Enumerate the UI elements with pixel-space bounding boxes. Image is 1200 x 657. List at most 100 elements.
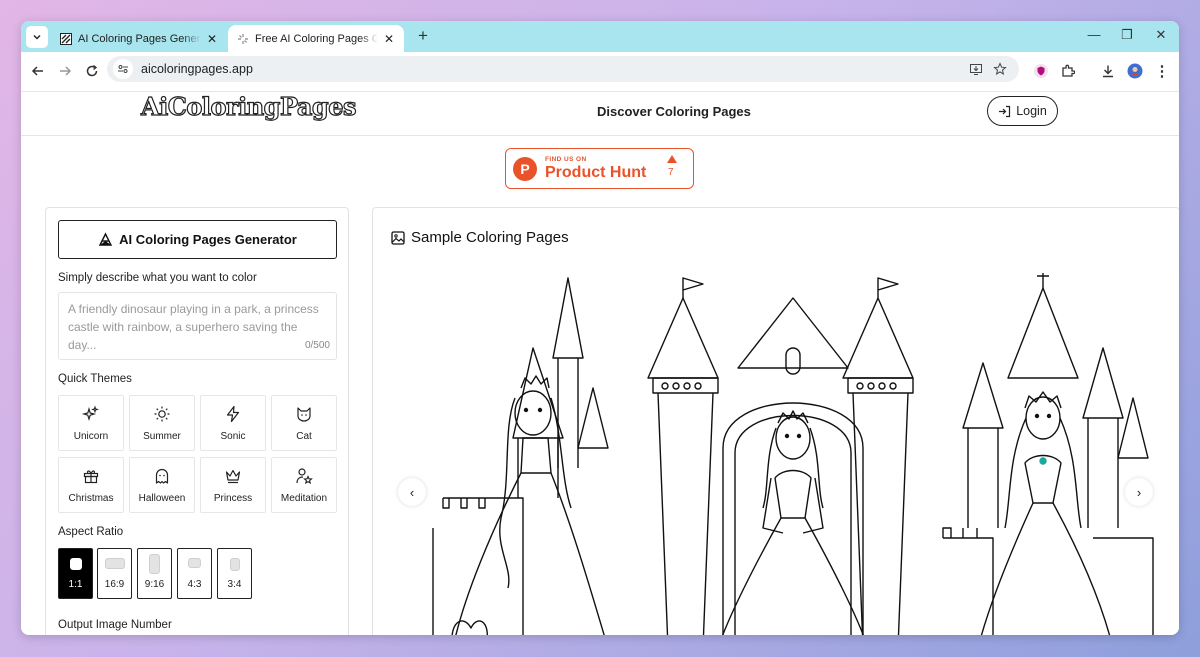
theme-label: Sonic — [220, 430, 246, 442]
site-logo[interactable]: AiColoringPages — [140, 92, 357, 122]
forward-icon[interactable] — [55, 61, 75, 81]
ratio-16-9[interactable]: 16:9 — [97, 548, 132, 599]
theme-christmas[interactable]: Christmas — [58, 457, 124, 513]
brush-icon — [99, 232, 113, 246]
new-tab-button[interactable]: + — [413, 26, 433, 48]
theme-label: Unicorn — [73, 430, 109, 442]
carousel-prev-button[interactable]: ‹ — [398, 478, 426, 506]
ghost-icon — [155, 468, 169, 484]
reload-icon[interactable] — [82, 61, 102, 81]
ratio-1-1[interactable]: 1:1 — [58, 548, 93, 599]
loading-favicon-icon — [236, 32, 249, 45]
find-us-text: FIND US ON — [545, 156, 587, 163]
ratio-4-3[interactable]: 4:3 — [177, 548, 212, 599]
close-tab-icon[interactable]: ✕ — [382, 32, 396, 46]
theme-princess[interactable]: Princess — [200, 457, 266, 513]
theme-meditation[interactable]: Meditation — [271, 457, 337, 513]
ratio-shape — [69, 558, 82, 570]
theme-cat[interactable]: Cat — [271, 395, 337, 451]
tab-strip: AI Coloring Pages Generator | Free ✕ Fre… — [21, 21, 1179, 52]
theme-label: Cat — [296, 430, 312, 442]
carousel-next-button[interactable]: › — [1125, 478, 1153, 506]
ratio-label: 16:9 — [104, 579, 125, 590]
generator-button[interactable]: AI Coloring Pages Generator — [58, 220, 337, 259]
cat-icon — [297, 406, 311, 422]
gift-icon — [83, 469, 99, 483]
ratio-label: 1:1 — [68, 579, 83, 590]
extensions-puzzle-icon[interactable] — [1058, 61, 1078, 81]
ratio-label: 9:16 — [144, 579, 165, 590]
browser-window: AI Coloring Pages Generator | Free ✕ Fre… — [21, 21, 1179, 635]
back-icon[interactable] — [28, 61, 48, 81]
image-icon — [391, 230, 405, 245]
person-star-icon — [296, 467, 313, 484]
ratio-label: 3:4 — [227, 579, 242, 590]
theme-halloween[interactable]: Halloween — [129, 457, 195, 513]
menu-kebab-icon[interactable]: ⋮ — [1152, 61, 1172, 81]
site-info-icon[interactable] — [113, 59, 133, 79]
tab-title: Free AI Coloring Pages Generator — [255, 32, 378, 45]
upvote-count: 7 — [668, 167, 674, 178]
sample-gallery: Sample Coloring Pages ‹ › — [372, 207, 1179, 635]
theme-label: Summer — [143, 430, 181, 442]
coloring-page-illustration — [432, 273, 1154, 635]
browser-toolbar: aicoloringpages.app ⋮ — [21, 52, 1179, 92]
sun-icon — [154, 406, 170, 421]
aspect-ratio-label: Aspect Ratio — [58, 526, 124, 538]
download-icon[interactable] — [1098, 61, 1118, 81]
install-app-icon[interactable] — [967, 60, 985, 78]
discover-link[interactable]: Discover Coloring Pages — [597, 104, 751, 119]
sparkles-icon — [82, 404, 99, 421]
char-count: 0/500 — [304, 340, 330, 351]
quick-themes-label: Quick Themes — [58, 373, 132, 385]
output-number-label: Output Image Number — [58, 619, 172, 631]
theme-label: Meditation — [280, 492, 328, 504]
url-text[interactable]: aicoloringpages.app — [141, 62, 253, 76]
ratio-shape — [149, 554, 160, 574]
bookmark-star-icon[interactable] — [991, 60, 1009, 78]
generator-panel: AI Coloring Pages Generator Simply descr… — [45, 207, 349, 635]
restore-icon[interactable]: ❐ — [1117, 27, 1137, 43]
theme-label: Halloween — [138, 492, 186, 504]
describe-label: Simply describe what you want to color — [58, 272, 257, 284]
tab-search-button[interactable] — [26, 26, 48, 48]
upvote-triangle-icon — [667, 155, 677, 163]
close-tab-icon[interactable]: ✕ — [205, 32, 219, 46]
theme-unicorn[interactable]: Unicorn — [58, 395, 124, 451]
ratio-shape — [188, 558, 201, 568]
ratio-shape — [229, 558, 240, 571]
login-icon — [999, 105, 1011, 117]
ratio-9-16[interactable]: 9:16 — [137, 548, 172, 599]
sample-title-text: Sample Coloring Pages — [411, 229, 569, 246]
theme-label: Christmas — [68, 492, 114, 504]
theme-label: Princess — [213, 492, 253, 504]
profile-avatar-icon[interactable] — [1125, 61, 1145, 81]
prompt-textarea[interactable]: A friendly dinosaur playing in a park, a… — [58, 292, 337, 360]
product-hunt-name: Product Hunt — [545, 164, 647, 181]
ratio-label: 4:3 — [187, 579, 202, 590]
ratio-shape — [104, 558, 125, 569]
lightning-icon — [226, 405, 240, 422]
chevron-down-icon — [33, 35, 41, 40]
login-button[interactable]: Login — [987, 96, 1058, 126]
product-hunt-logo: P — [513, 157, 537, 181]
ratio-3-4[interactable]: 3:4 — [217, 548, 252, 599]
login-label: Login — [1016, 104, 1047, 118]
product-hunt-badge[interactable]: P FIND US ON Product Hunt 7 — [505, 148, 694, 189]
minimize-icon[interactable]: — — [1084, 27, 1104, 42]
generator-button-label: AI Coloring Pages Generator — [119, 232, 297, 247]
crown-icon — [225, 469, 241, 483]
prompt-placeholder: A friendly dinosaur playing in a park, a… — [68, 302, 319, 352]
tab-title: AI Coloring Pages Generator | Free — [78, 32, 201, 45]
web-page: AiColoringPages Discover Coloring Pages … — [21, 92, 1179, 635]
theme-summer[interactable]: Summer — [129, 395, 195, 451]
site-header: AiColoringPages Discover Coloring Pages … — [21, 92, 1179, 136]
site-favicon-icon — [59, 32, 72, 45]
tab-ai-coloring-2[interactable]: Free AI Coloring Pages Generator ✕ — [228, 25, 404, 52]
shield-extension-icon[interactable] — [1031, 61, 1051, 81]
theme-sonic[interactable]: Sonic — [200, 395, 266, 451]
sample-title: Sample Coloring Pages — [391, 229, 569, 246]
address-bar[interactable]: aicoloringpages.app — [107, 56, 1019, 82]
tab-ai-coloring-1[interactable]: AI Coloring Pages Generator | Free ✕ — [51, 25, 227, 52]
close-window-icon[interactable]: ✕ — [1151, 27, 1171, 43]
